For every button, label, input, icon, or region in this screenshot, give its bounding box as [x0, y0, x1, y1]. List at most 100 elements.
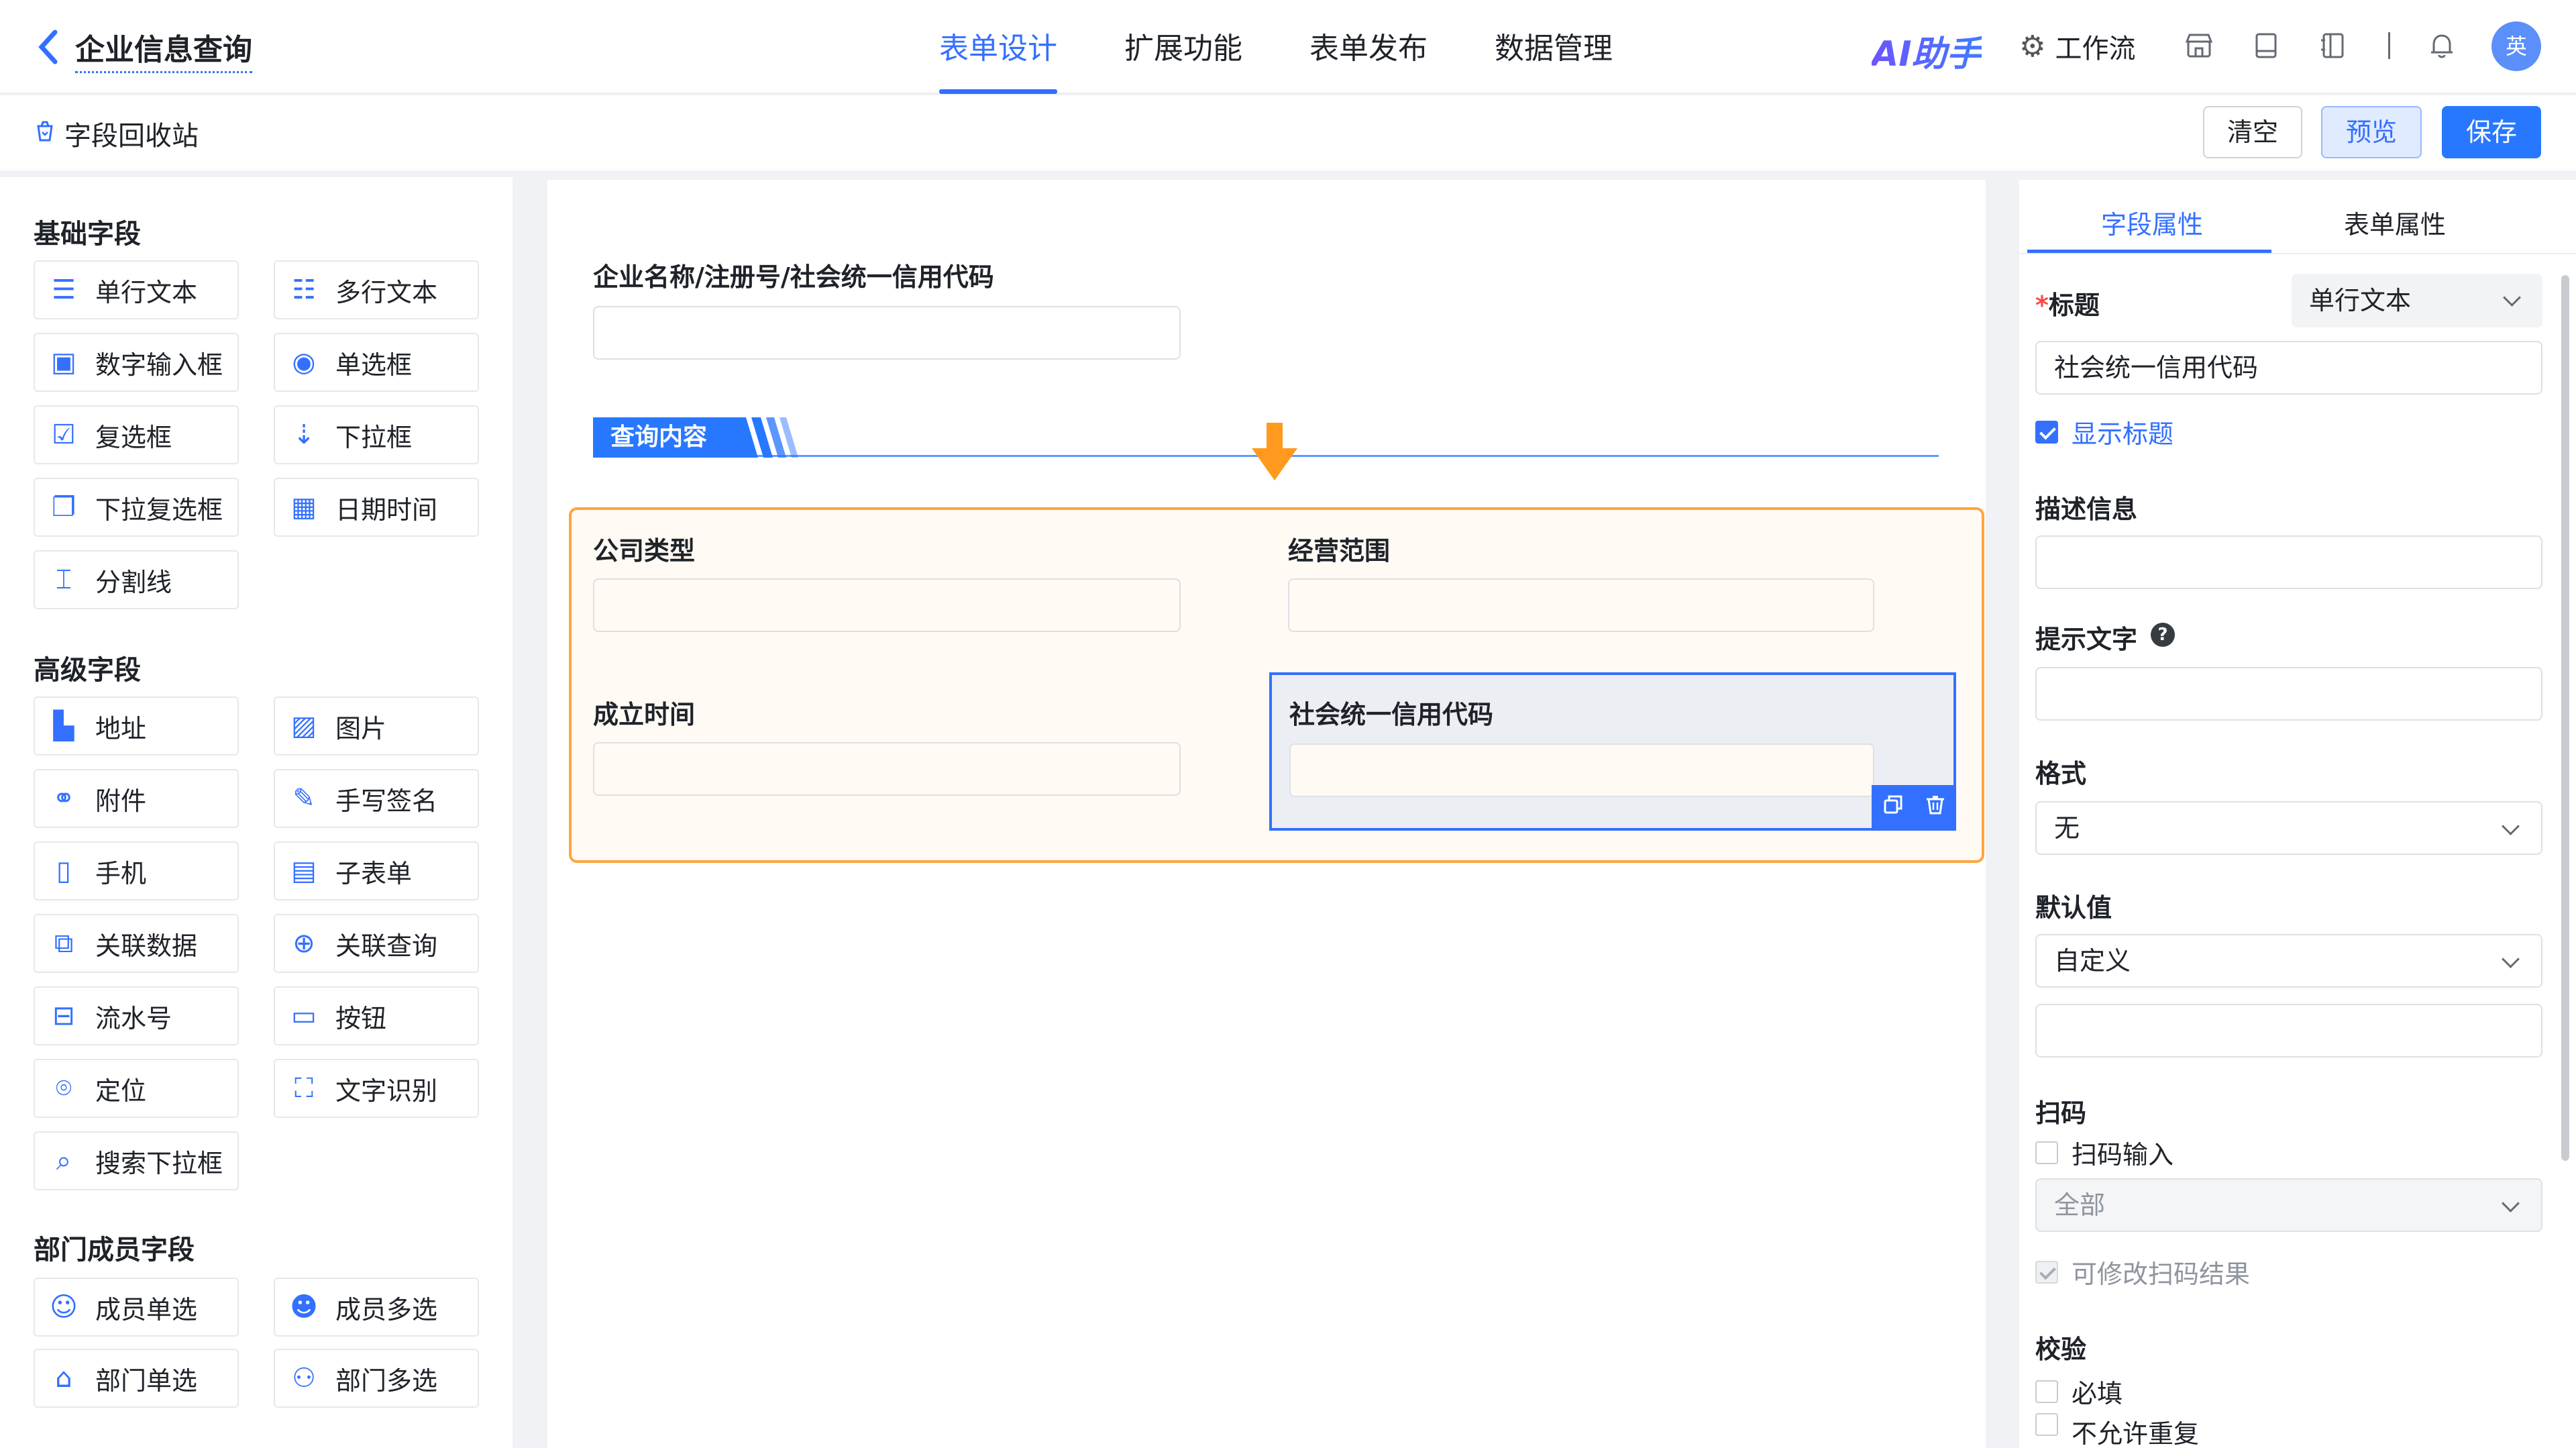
widget-number-input[interactable]: ▣ 数字输入框	[34, 333, 239, 392]
widget-label: 手机	[95, 858, 147, 888]
help-icon[interactable]: ?	[2151, 623, 2175, 647]
widget-dropdown[interactable]: ⇣ 下拉框	[274, 405, 479, 464]
established-label[interactable]: 成立时间	[593, 694, 695, 731]
checkbox-icon	[2035, 1141, 2058, 1164]
workflow-icon: ⚙	[2019, 29, 2046, 64]
app-title[interactable]: 企业信息查询	[75, 25, 252, 73]
widget-address[interactable]: ▙ 地址	[34, 696, 239, 756]
workflow-button[interactable]: ⚙ 工作流	[2019, 27, 2135, 66]
bell-icon[interactable]	[2426, 31, 2458, 63]
no-duplicate-checkbox[interactable]: 不允许重复	[2035, 1413, 2199, 1448]
established-input[interactable]	[593, 742, 1181, 796]
chevron-left-icon[interactable]	[35, 27, 62, 67]
preview-button[interactable]: 预览	[2321, 106, 2422, 158]
widget-label: 部门单选	[95, 1365, 198, 1396]
tab-form-publish[interactable]: 表单发布	[1309, 0, 1428, 94]
ocr-icon: ⛶	[294, 1073, 313, 1104]
widget-button[interactable]: ▭ 按钮	[274, 986, 479, 1045]
address-icon: ▙	[53, 711, 74, 741]
default-value-input[interactable]	[2035, 1004, 2542, 1057]
copy-icon[interactable]	[1882, 794, 1904, 821]
widget-subform[interactable]: ▤ 子表单	[274, 841, 479, 900]
widget-location[interactable]: ⌾ 定位	[34, 1059, 239, 1118]
widget-label: 搜索下拉框	[95, 1148, 223, 1178]
placeholder-input[interactable]	[2035, 667, 2542, 721]
widget-phone[interactable]: ▯ 手机	[34, 841, 239, 900]
tab-form-properties[interactable]: 表单属性	[2344, 204, 2446, 241]
recycle-label: 字段回收站	[64, 121, 199, 152]
tab-extensions[interactable]: 扩展功能	[1124, 0, 1242, 94]
department-multi-icon: ⚇	[292, 1363, 316, 1394]
property-panel-scrollbar[interactable]	[2561, 275, 2569, 1161]
widget-serial-number[interactable]: ⊟ 流水号	[34, 986, 239, 1045]
notebook-icon[interactable]	[2317, 31, 2349, 63]
tab-data-management[interactable]: 数据管理	[1495, 0, 1613, 94]
widget-department-single[interactable]: ⌂ 部门单选	[34, 1349, 239, 1408]
format-select[interactable]: 无	[2035, 801, 2542, 855]
widget-member-single[interactable]: ☺ 成员单选	[34, 1278, 239, 1337]
company-type-input[interactable]	[593, 578, 1181, 632]
group-title-basic: 基础字段	[34, 219, 141, 250]
widget-multi-line-text[interactable]: ☷ 多行文本	[274, 260, 479, 319]
store-icon[interactable]	[2183, 31, 2215, 63]
widget-search-dropdown[interactable]: ⌕ 搜索下拉框	[34, 1131, 239, 1190]
widget-label: 下拉复选框	[95, 495, 223, 525]
widget-image[interactable]: ▨ 图片	[274, 696, 479, 756]
tab-form-design[interactable]: 表单设计	[939, 0, 1057, 94]
widget-label: 下拉框	[335, 422, 413, 452]
company-type-label[interactable]: 公司类型	[593, 530, 695, 567]
description-input[interactable]	[2035, 535, 2542, 589]
selected-field-actions	[1872, 785, 1956, 829]
tab-field-properties[interactable]: 字段属性	[2101, 204, 2203, 241]
clear-button[interactable]: 清空	[2203, 106, 2302, 158]
widget-linked-query[interactable]: ⊕ 关联查询	[274, 914, 479, 973]
divider-icon: ⌶	[56, 564, 72, 595]
checkbox-checked-icon	[2035, 420, 2058, 444]
avatar[interactable]: 英	[2491, 21, 2541, 71]
required-checkbox[interactable]: 必填	[2035, 1373, 2123, 1410]
default-mode-select[interactable]: 自定义	[2035, 934, 2542, 988]
description-label: 描述信息	[2035, 495, 2138, 524]
widget-label: 复选框	[95, 422, 172, 452]
widget-label: 部门多选	[335, 1365, 438, 1396]
widget-label: 单选框	[335, 350, 413, 380]
delete-icon[interactable]	[1925, 794, 1946, 821]
image-icon: ▨	[291, 711, 317, 741]
widget-label: 关联查询	[335, 931, 438, 961]
scan-input-label: 扫码输入	[2072, 1140, 2174, 1170]
checkbox-checked-disabled-icon	[2035, 1260, 2058, 1284]
show-title-label: 显示标题	[2072, 419, 2174, 449]
title-input[interactable]: 社会统一信用代码	[2035, 341, 2542, 395]
widget-department-multi[interactable]: ⚇ 部门多选	[274, 1349, 479, 1408]
query-field-label[interactable]: 企业名称/注册号/社会统一信用代码	[593, 256, 994, 293]
widget-radio[interactable]: ◉ 单选框	[274, 333, 479, 392]
book-icon[interactable]	[2250, 31, 2282, 63]
show-title-checkbox[interactable]: 显示标题	[2035, 413, 2174, 450]
widget-checkbox[interactable]: ☑ 复选框	[34, 405, 239, 464]
save-button[interactable]: 保存	[2442, 106, 2541, 158]
widget-single-line-text[interactable]: ☰ 单行文本	[34, 260, 239, 319]
widget-datetime[interactable]: ▦ 日期时间	[274, 478, 479, 537]
credit-code-label[interactable]: 社会统一信用代码	[1289, 694, 1493, 731]
business-scope-input[interactable]	[1288, 578, 1874, 632]
scan-input-checkbox[interactable]: 扫码输入	[2035, 1134, 2174, 1171]
widget-ocr[interactable]: ⛶ 文字识别	[274, 1059, 479, 1118]
no-duplicate-label: 不允许重复	[2072, 1419, 2200, 1448]
widget-divider[interactable]: ⌶ 分割线	[34, 550, 239, 609]
scan-editable-checkbox[interactable]: 可修改扫码结果	[2035, 1253, 2250, 1290]
field-type-select[interactable]: 单行文本	[2292, 274, 2542, 327]
section-title[interactable]: 查询内容	[593, 417, 734, 458]
business-scope-label[interactable]: 经营范围	[1288, 530, 1390, 567]
scan-scope-select[interactable]: 全部	[2035, 1178, 2542, 1232]
widget-linked-data[interactable]: ⧉ 关联数据	[34, 914, 239, 973]
widget-signature[interactable]: ✎ 手写签名	[274, 769, 479, 828]
credit-code-input[interactable]	[1289, 743, 1874, 797]
widget-attachment[interactable]: ⚭ 附件	[34, 769, 239, 828]
widget-member-multi[interactable]: ☻ 成员多选	[274, 1278, 479, 1337]
query-field-input[interactable]	[593, 306, 1181, 360]
widget-dropdown-checkbox[interactable]: ❐ 下拉复选框	[34, 478, 239, 537]
widget-label: 图片	[335, 713, 387, 743]
widget-label: 文字识别	[335, 1076, 438, 1106]
ai-assistant-button[interactable]: AI助手	[1872, 25, 1982, 76]
field-recycle-bin-button[interactable]: 字段回收站	[34, 114, 199, 153]
